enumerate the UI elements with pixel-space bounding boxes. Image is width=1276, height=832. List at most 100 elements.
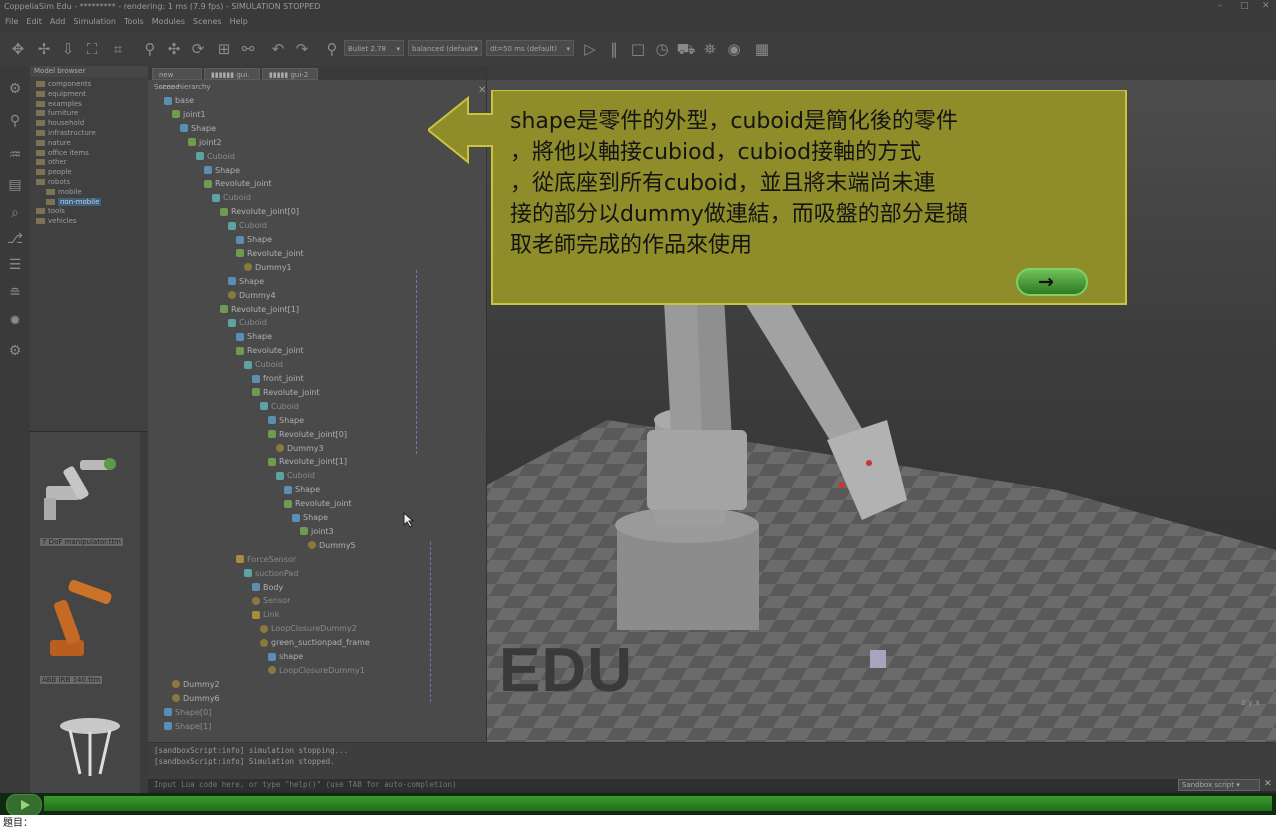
tree-node-cuboid[interactable]: Cuboid (244, 360, 283, 369)
tree-node-dummy[interactable]: Dummy1 (244, 263, 292, 272)
model-folder-item[interactable]: examples (36, 100, 82, 108)
layer-icon[interactable]: ▤ (6, 176, 24, 194)
rotate-camera-icon[interactable]: ✢ (34, 39, 54, 59)
model-folder-item[interactable]: furniture (36, 109, 78, 117)
speed-up-icon[interactable]: ⛯ (700, 39, 720, 59)
tree-node-cuboid[interactable]: Cuboid (276, 471, 315, 480)
menu-item-simulation[interactable]: Simulation (73, 17, 116, 26)
script-select[interactable]: Sandbox script ▾ (1178, 779, 1260, 791)
assemble-icon[interactable]: ⊞ (214, 39, 234, 59)
model-folder-item[interactable]: equipment (36, 90, 86, 98)
tree-node-dummy[interactable]: Sensor (252, 596, 290, 605)
start-simulation-icon[interactable]: ▷ (580, 39, 600, 59)
real-time-icon[interactable]: ◷ (652, 39, 672, 59)
model-folder-item[interactable]: infrastructure (36, 129, 96, 137)
user-settings-icon[interactable]: ✹ (6, 312, 24, 330)
move-camera-icon[interactable]: ✥ (8, 39, 28, 59)
tree-node-dummy[interactable]: LoopClosureDummy1 (268, 666, 365, 675)
progress-track[interactable] (44, 796, 1272, 811)
scene-hierarchy-toggle-icon[interactable]: ☰ (6, 256, 24, 274)
tree-node-joint[interactable]: Revolute_joint[1] (220, 305, 299, 314)
tree-node-dummy[interactable]: Dummy5 (308, 541, 356, 550)
tree-node-joint[interactable]: Revolute_joint (284, 499, 352, 508)
lua-command-input[interactable]: Input Lua code here, or type "help()" (u… (148, 779, 1178, 791)
console-close-icon[interactable]: ✕ (1264, 779, 1272, 789)
thumbnail-label[interactable]: 7 DoF manipulator.ttm (40, 538, 124, 546)
thumbnail-label[interactable]: ABB IRB 140.ttm (40, 676, 103, 684)
tree-node-joint[interactable]: Revolute_joint[0] (268, 430, 347, 439)
tree-node-shape[interactable]: base (164, 96, 194, 105)
tree-node-shape[interactable]: Shape (284, 485, 320, 494)
script-settings-icon[interactable]: ⚙ (6, 342, 24, 360)
stop-simulation-icon[interactable]: □ (628, 39, 648, 59)
tree-node-joint[interactable]: joint3 (300, 527, 334, 536)
model-browser-toggle-icon[interactable]: ⎇ (6, 230, 24, 248)
tree-node-joint[interactable]: Revolute_joint (236, 346, 304, 355)
tab-scene-1[interactable]: new scene (152, 68, 202, 91)
physics-engine-select[interactable]: Bullet 2.78 ▾ (344, 40, 404, 56)
tree-node-shape[interactable]: shape (268, 652, 303, 661)
tree-node-cuboid[interactable]: Cuboid (196, 152, 235, 161)
undo-icon[interactable]: ↶ (268, 39, 288, 59)
camera-fit-icon[interactable]: ⛶ (82, 39, 102, 59)
tree-node-shape[interactable]: Shape (228, 277, 264, 286)
close-window-icon[interactable]: ✕ (1262, 0, 1270, 13)
tree-node-force[interactable]: ForceSensor (236, 555, 296, 564)
tree-node-cuboid[interactable]: suctionPad (244, 569, 298, 578)
menu-item-help[interactable]: Help (230, 17, 248, 26)
tree-node-cuboid[interactable]: Cuboid (260, 402, 299, 411)
tree-node-dummy[interactable]: green_suctionpad_frame (260, 638, 370, 647)
redo-icon[interactable]: ↷ (292, 39, 312, 59)
menu-item-add[interactable]: Add (50, 17, 66, 26)
rotate-object-icon[interactable]: ⟳ (188, 39, 208, 59)
tree-node-joint[interactable]: Revolute_joint[0] (220, 207, 299, 216)
transfer-dna-icon[interactable]: ⚯ (238, 39, 258, 59)
play-button[interactable] (6, 794, 42, 816)
menu-item-file[interactable]: File (5, 17, 18, 26)
tree-node-joint[interactable]: Revolute_joint[1] (268, 457, 347, 466)
tree-node-dummy[interactable]: Dummy3 (276, 444, 324, 453)
model-folder-item[interactable]: people (36, 168, 72, 176)
model-folder-item[interactable]: robots (36, 178, 70, 186)
tree-node-shape[interactable]: Shape (268, 416, 304, 425)
tree-node-joint[interactable]: Revolute_joint (204, 179, 272, 188)
tree-node-shape[interactable]: Body (252, 583, 283, 592)
camera-icon[interactable]: ⌕ (6, 204, 24, 222)
tree-node-dummy[interactable]: Dummy4 (228, 291, 276, 300)
menu-item-scenes[interactable]: Scenes (193, 17, 222, 26)
menu-item-tools[interactable]: Tools (124, 17, 144, 26)
tree-node-dummy[interactable]: LoopClosureDummy2 (260, 624, 357, 633)
model-folder-item[interactable]: components (36, 80, 91, 88)
model-folder-item[interactable]: nature (36, 139, 71, 147)
maximize-icon[interactable]: □ (1240, 0, 1249, 13)
tree-node-cuboid[interactable]: Cuboid (212, 193, 251, 202)
tree-node-shape[interactable]: Shape (292, 513, 328, 522)
pause-simulation-icon[interactable]: ‖ (604, 39, 624, 59)
model-folder-item[interactable]: other (36, 158, 67, 166)
minimize-icon[interactable]: – (1218, 0, 1223, 13)
tree-node-joint[interactable]: Revolute_joint (252, 388, 320, 397)
model-folder-item[interactable]: mobile (46, 188, 82, 196)
tree-node-force[interactable]: Link (252, 610, 279, 619)
tree-node-shape[interactable]: Shape (236, 332, 272, 341)
slow-down-icon[interactable]: ⛟ (676, 39, 696, 59)
tree-node-joint[interactable]: joint1 (172, 110, 206, 119)
model-folder-item[interactable]: household (36, 119, 84, 127)
model-folder-item[interactable]: office items (36, 149, 89, 157)
select-object-icon[interactable]: ⚲ (140, 39, 160, 59)
tree-node-joint[interactable]: joint2 (188, 138, 222, 147)
search-icon[interactable]: ⚲ (6, 112, 24, 130)
tree-node-shape[interactable]: Shape[1] (164, 722, 211, 731)
dynamics-icon[interactable]: ⚲ (322, 39, 342, 59)
calculation-module-icon[interactable]: ≘ (6, 284, 24, 302)
graph-icon[interactable]: ♒ (6, 146, 24, 164)
tree-node-dummy[interactable]: Dummy6 (172, 694, 220, 703)
tree-node-cuboid[interactable]: Cuboid (228, 318, 267, 327)
timestep-select[interactable]: dt=50 ms (default) ▾ (486, 40, 574, 56)
menu-item-edit[interactable]: Edit (26, 17, 42, 26)
model-folder-item[interactable]: vehicles (36, 217, 77, 225)
translate-object-icon[interactable]: ✣ (164, 39, 184, 59)
tree-node-shape[interactable]: Shape (236, 235, 272, 244)
model-thumbnails-scrollbar[interactable] (140, 432, 148, 796)
next-button[interactable]: → (1016, 268, 1088, 296)
